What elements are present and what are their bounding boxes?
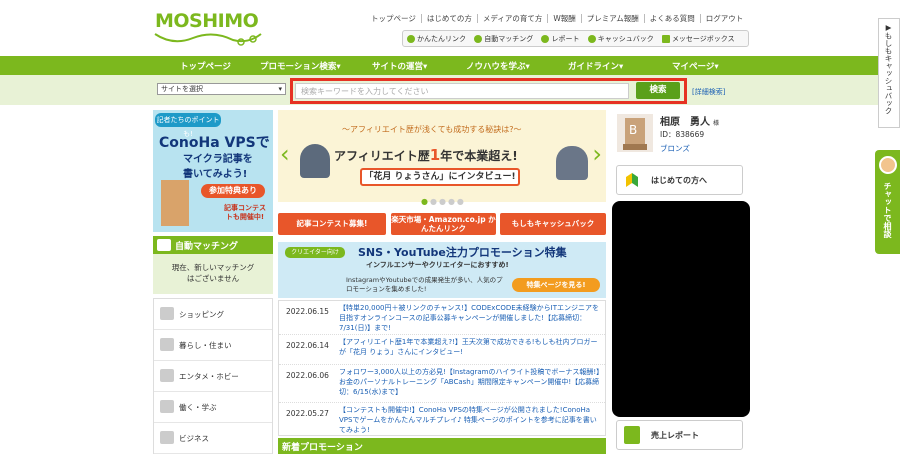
search-input[interactable]: 検索キーワードを入力してください xyxy=(295,83,629,99)
article-contest-button[interactable]: 記事コンテスト募集! xyxy=(278,213,386,235)
cashback-side-tab[interactable]: ▶もしもキャッシュバック xyxy=(878,18,900,128)
sns-subtitle: インフルエンサーやクリエイターにおすすめ! xyxy=(366,261,509,269)
site-select[interactable]: サイトを選択 ▾ xyxy=(157,83,286,95)
report-clipboard-icon xyxy=(624,426,640,444)
conoha-vps-banner[interactable]: 記者たちのポイントも! ConoHa VPSで マイクラ記事を 書いてみよう! … xyxy=(153,110,273,232)
top-link-media[interactable]: メディアの育て方 xyxy=(476,14,548,23)
top-link-first-time[interactable]: はじめての方 xyxy=(420,14,477,23)
news-item[interactable]: 2022.06.15 【特単20,000円＋被リンクのチャンス!】CODExCOD… xyxy=(279,301,605,335)
briefcase-icon xyxy=(160,431,174,444)
banner-subtitle: 〜アフィリエイト歴が浅くても成功する秘訣は?〜 xyxy=(342,125,522,134)
report-icon xyxy=(541,35,550,43)
top-link-logout[interactable]: ログアウト xyxy=(699,14,749,23)
work-icon xyxy=(160,400,174,413)
category-business[interactable]: ビジネス xyxy=(154,423,272,454)
detail-search-link[interactable]: [詳細検索] xyxy=(692,87,725,97)
conoha-badge: 参加特典あり xyxy=(201,184,265,198)
top-links: トップページ はじめての方 メディアの育て方 W報酬 プレミアム報酬 よくある質問 ログアウ… xyxy=(366,13,749,24)
auto-matching-icon xyxy=(474,35,483,43)
minecraft-character-icon xyxy=(161,180,189,226)
main-nav: トップページ プロモーション検索▾ サイトの運営▾ ノウハウを学ぶ▾ ガイドライ… xyxy=(0,56,878,75)
person-illustration-icon xyxy=(556,146,588,180)
quick-menu-bar: かんたんリンク 自動マッチング レポート キャッシュバック メッセージボックス xyxy=(402,30,749,47)
cashback-icon xyxy=(587,35,596,43)
logo-swirl-icon xyxy=(154,33,262,46)
new-promotions-header: 新着プロモーション xyxy=(278,438,606,454)
banner-headline: アフィリエイト歴1年で本業超え! xyxy=(334,146,518,164)
auto-matching-body: 現在、新しいマッチングはございません xyxy=(153,254,273,294)
nav-site-management[interactable]: サイトの運営▾ xyxy=(372,60,427,72)
quick-cashback[interactable]: キャッシュバック xyxy=(587,35,654,43)
sns-description: InstagramやYoutubeでの成果発生が多い、人気のプロモーションを集め… xyxy=(346,276,503,293)
rakuten-amazon-link-button[interactable]: 楽天市場・Amazon.co.jp かんたんリンク xyxy=(391,213,496,235)
carousel-dots[interactable]: ●●●●● xyxy=(421,197,466,206)
bronze-rank-avatar: B xyxy=(617,114,653,152)
creator-tag: クリエイター向け xyxy=(285,247,345,258)
news-item[interactable]: 2022.06.06 フォロワー3,000人以上の方必見!【Instagramのハ… xyxy=(279,365,605,403)
chevron-down-icon: ▾ xyxy=(278,85,282,93)
news-item[interactable]: 2022.05.27 【コンテストも開催中!】ConoHa VPSの特集ページが公… xyxy=(279,403,605,437)
house-icon xyxy=(160,338,174,351)
carousel-next-icon[interactable]: › xyxy=(592,140,602,168)
auto-matching-header: 自動マッチング xyxy=(153,236,273,254)
carousel-prev-icon[interactable]: ‹ xyxy=(280,140,290,168)
user-name: 相原 勇人様 xyxy=(660,117,720,128)
conoha-title: ConoHa VPSで xyxy=(159,135,270,151)
news-list: 2022.06.15 【特単20,000円＋被リンクのチャンス!】CODExCOD… xyxy=(278,300,606,436)
category-list: ショッピング 暮らし・住まい エンタメ・ホビー 働く・学ぶ ビジネス xyxy=(153,298,273,454)
nav-mypage[interactable]: マイページ▾ xyxy=(672,60,719,72)
top-link-premium[interactable]: プレミアム報酬 xyxy=(580,14,644,23)
user-id: ID：838669 xyxy=(660,130,705,139)
banner-interview-label: 「花月 りょうさん」にインタビュー! xyxy=(360,168,520,186)
category-work-learn[interactable]: 働く・学ぶ xyxy=(154,392,272,423)
triangle-right-icon: ▶ xyxy=(884,23,893,32)
nav-guideline[interactable]: ガイドライン▾ xyxy=(568,60,623,72)
category-shopping[interactable]: ショッピング xyxy=(154,299,272,330)
news-item[interactable]: 2022.06.14 【アフィリエイト歴1年で本業超え?!】王天次第で成功できる!… xyxy=(279,335,605,365)
conoha-line2: マイクラ記事を xyxy=(183,154,253,165)
moshimo-cashback-button[interactable]: もしもキャッシュバック xyxy=(500,213,606,235)
nav-top[interactable]: トップページ xyxy=(180,60,231,72)
user-rank[interactable]: ブロンズ xyxy=(660,143,690,154)
easy-link-icon xyxy=(407,35,415,43)
quick-auto-matching[interactable]: 自動マッチング xyxy=(474,35,533,43)
chat-avatar-icon xyxy=(879,156,897,174)
nav-knowhow[interactable]: ノウハウを学ぶ▾ xyxy=(466,60,530,72)
cart-icon xyxy=(160,307,174,320)
search-button[interactable]: 検索 xyxy=(636,82,680,99)
top-link-top[interactable]: トップページ xyxy=(366,14,421,23)
interview-banner[interactable]: ‹ › 〜アフィリエイト歴が浅くても成功する秘訣は?〜 アフィリエイト歴1年で本… xyxy=(278,110,606,202)
top-link-faq[interactable]: よくある質問 xyxy=(643,14,700,23)
category-entertainment[interactable]: エンタメ・ホビー xyxy=(154,361,272,392)
category-living[interactable]: 暮らし・住まい xyxy=(154,330,272,361)
svg-text:B: B xyxy=(629,123,637,137)
sns-youtube-banner[interactable]: クリエイター向け SNS・YouTube注力プロモーション特集 インフルエンサー… xyxy=(278,242,606,298)
page: MOSHIMO トップページ はじめての方 メディアの育て方 W報酬 プレミアム報酬 よく… xyxy=(0,0,900,454)
handshake-icon xyxy=(157,239,171,251)
conoha-note: 記事コンテストも開催中! xyxy=(224,204,266,221)
sns-feature-button[interactable]: 特集ページを見る! xyxy=(512,278,600,292)
conoha-line3: 書いてみよう! xyxy=(183,169,248,180)
top-link-w-reward[interactable]: W報酬 xyxy=(547,14,581,23)
entertainment-icon xyxy=(160,369,174,382)
nav-promotion-search[interactable]: プロモーション検索▾ xyxy=(260,60,341,72)
quick-message-box[interactable]: メッセージボックス xyxy=(661,35,735,43)
message-box-icon xyxy=(661,35,670,43)
quick-easy-link[interactable]: かんたんリンク xyxy=(407,35,466,43)
video-player[interactable] xyxy=(612,201,750,417)
sns-title: SNS・YouTube注力プロモーション特集 xyxy=(358,246,567,259)
moshimo-logo[interactable]: MOSHIMO xyxy=(155,10,259,32)
conoha-ribbon: 記者たちのポイントも! xyxy=(155,113,221,138)
person-illustration-icon xyxy=(300,144,330,178)
beginner-mark-icon xyxy=(626,173,638,187)
quick-report[interactable]: レポート xyxy=(541,35,579,43)
